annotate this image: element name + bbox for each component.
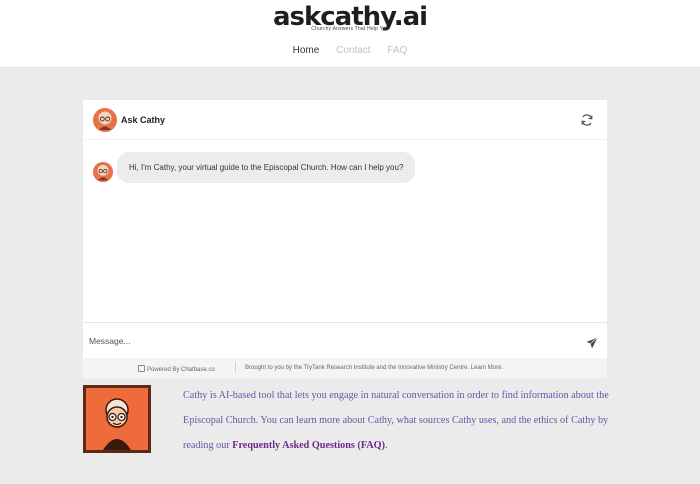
cathy-portrait-icon	[103, 398, 131, 450]
message-input-row	[83, 322, 607, 358]
powered-by-link[interactable]: Powered By Chatbase.co	[138, 365, 215, 373]
send-icon[interactable]	[586, 336, 598, 349]
site-header: askcathy.ai Churchy Answers That Help Yo…	[0, 0, 700, 68]
nav-faq[interactable]: FAQ	[387, 45, 407, 56]
cathy-face-icon	[93, 162, 113, 182]
nav-home[interactable]: Home	[293, 45, 320, 56]
chat-title: Ask Cathy	[121, 115, 166, 125]
chatbase-icon	[138, 365, 145, 372]
cathy-avatar	[93, 108, 117, 132]
chat-widget: Ask Cathy Hi, I'm Cathy, your virtual gu…	[83, 100, 607, 378]
powered-by-text: Powered By Chatbase.co	[147, 367, 215, 373]
main-nav: Home Contact FAQ	[0, 45, 700, 56]
chat-header: Ask Cathy	[83, 100, 607, 140]
brought-to-you-text[interactable]: Brought to you by the TryTank Research I…	[245, 365, 503, 371]
nav-contact[interactable]: Contact	[336, 45, 370, 56]
message-avatar	[93, 162, 113, 182]
message-input[interactable]	[83, 323, 573, 358]
logo-tagline: Churchy Answers That Help You	[311, 26, 389, 32]
cathy-illustration-bg	[86, 388, 148, 450]
about-cathy-text: Cathy is AI-based tool that lets you eng…	[183, 383, 613, 458]
faq-link[interactable]: Frequently Asked Questions (FAQ)	[232, 440, 385, 451]
chat-footer: Powered By Chatbase.co Brought to you by…	[83, 358, 607, 378]
refresh-icon[interactable]	[580, 113, 594, 127]
about-text-end: .	[384, 440, 388, 451]
footer-divider	[235, 362, 236, 373]
cathy-illustration	[83, 385, 151, 453]
bot-message: Hi, I'm Cathy, your virtual guide to the…	[117, 152, 416, 183]
cathy-face-icon	[93, 108, 117, 132]
